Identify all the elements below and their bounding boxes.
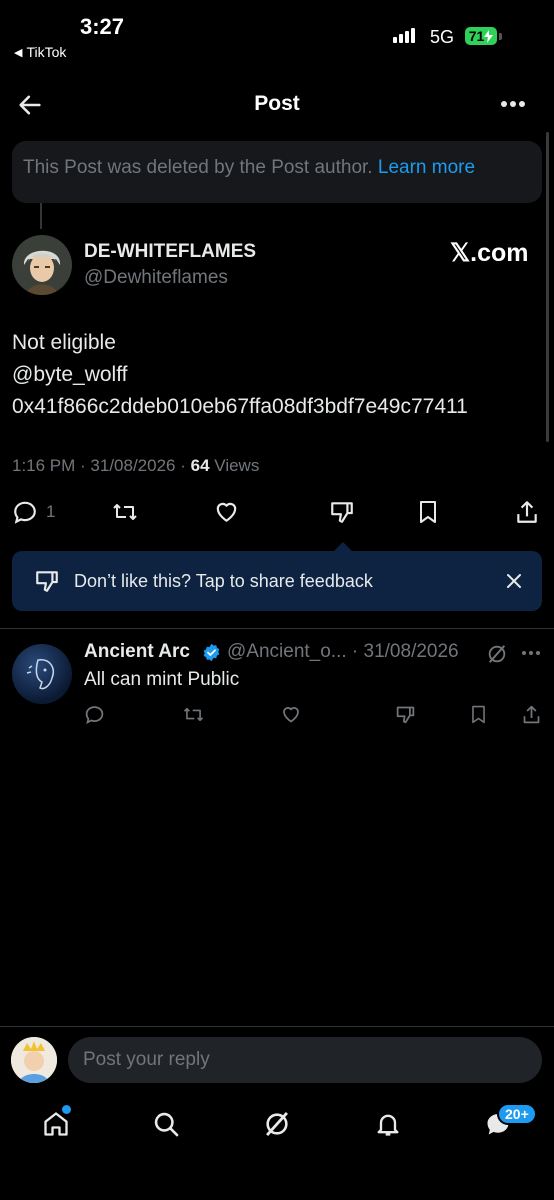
feedback-text[interactable]: Don’t like this? Tap to share feedback <box>74 571 373 592</box>
reply-avatar[interactable] <box>12 644 72 704</box>
repost-button[interactable] <box>111 499 139 525</box>
divider <box>0 1026 554 1027</box>
feedback-thumbs-down <box>34 568 60 594</box>
reply-dislike-button[interactable] <box>395 704 416 725</box>
nav-home[interactable] <box>42 1110 70 1138</box>
nav-notifications[interactable] <box>374 1110 402 1138</box>
thumbs-down-icon <box>331 502 353 523</box>
heart-icon <box>216 502 237 522</box>
bookmark-icon <box>420 501 436 523</box>
reply-repost-button[interactable] <box>182 704 205 725</box>
thumbs-down-icon <box>36 571 58 592</box>
back-triangle-icon: ◀ <box>14 46 23 59</box>
post-timestamp: 1:16 PM · 31/08/2026 · <box>12 456 186 475</box>
messages-badge: 20+ <box>497 1103 537 1125</box>
home-icon <box>44 1112 68 1136</box>
reply-count: 1 <box>46 502 56 521</box>
king-avatar-icon <box>11 1037 57 1083</box>
back-to-app-link[interactable]: ◀ TikTok <box>14 44 66 60</box>
battery-indicator: 71 <box>465 27 497 45</box>
share-icon <box>517 501 537 523</box>
bell-icon <box>377 1114 399 1136</box>
charging-icon <box>484 29 494 43</box>
like-button[interactable] <box>213 499 240 525</box>
battery-cap <box>499 33 502 40</box>
grok-button[interactable] <box>486 643 508 665</box>
status-time: 3:27 <box>80 14 125 39</box>
reply-button[interactable]: 1 <box>12 499 55 525</box>
search-icon <box>154 1112 179 1137</box>
reply-share-button[interactable] <box>521 704 542 725</box>
reply-text: All can mint Public <box>84 669 240 690</box>
views-count: 64 <box>190 456 210 475</box>
deleted-post-notice: This Post was deleted by the Post author… <box>12 141 542 203</box>
reply-icon <box>14 501 36 524</box>
signal-icon <box>393 28 415 43</box>
face-profile-icon <box>26 659 54 690</box>
author-name[interactable]: DE-WHITEFLAMES <box>84 241 256 263</box>
close-feedback-button[interactable] <box>505 572 523 590</box>
close-icon <box>507 574 521 588</box>
more-options-button[interactable] <box>498 92 528 116</box>
feedback-pointer <box>334 542 352 551</box>
reply-bookmark-button[interactable] <box>469 704 488 725</box>
thumbs-down-icon <box>396 706 415 724</box>
more-horizontal-icon <box>522 651 540 655</box>
views-label: Views <box>214 456 260 475</box>
grok-icon <box>488 645 506 663</box>
anime-avatar-icon <box>12 235 72 295</box>
learn-more-link[interactable]: Learn more <box>378 157 475 178</box>
share-button[interactable] <box>514 499 540 525</box>
reply-like-button[interactable] <box>280 704 302 725</box>
verified-badge <box>202 643 221 662</box>
reply-author-name[interactable]: Ancient Arc <box>84 641 190 663</box>
nav-search[interactable] <box>152 1110 180 1138</box>
post-text-line: Not eligible <box>12 331 116 354</box>
dislike-button[interactable] <box>329 499 355 525</box>
bookmark-button[interactable] <box>416 499 440 525</box>
deleted-notice-text: This Post was deleted by the Post author… <box>23 157 373 178</box>
my-avatar[interactable] <box>11 1037 57 1083</box>
author-handle[interactable]: @Dewhiteflames <box>84 267 228 289</box>
reply-reply-button[interactable] <box>84 704 105 725</box>
grok-icon <box>266 1111 288 1137</box>
share-icon <box>523 705 540 724</box>
heart-icon <box>283 707 299 723</box>
battery-level: 71 <box>468 28 485 44</box>
repost-icon <box>113 504 137 520</box>
scrollbar[interactable] <box>546 132 549 442</box>
page-title: Post <box>254 92 300 115</box>
more-horizontal-icon <box>501 101 525 107</box>
mention-link[interactable]: @byte_wolff <box>12 363 128 387</box>
reply-handle-date: @Ancient_o... · 31/08/2026 <box>227 641 459 662</box>
post-text-line: 0x41f866c2ddeb010eb67ffa08df3bdf7e49c774… <box>12 395 468 418</box>
nav-grok[interactable] <box>263 1110 291 1138</box>
x-brand-label: 𝕏.com <box>450 239 529 267</box>
network-label: 5G <box>430 27 455 47</box>
verified-check-icon <box>203 643 220 662</box>
author-avatar[interactable] <box>12 235 72 295</box>
back-app-label: TikTok <box>26 44 67 60</box>
reply-icon <box>85 706 104 725</box>
reply-more-button[interactable] <box>520 645 542 661</box>
reply-input[interactable]: Post your reply <box>68 1037 542 1083</box>
divider <box>0 628 554 629</box>
home-notification-dot <box>62 1105 71 1114</box>
thread-connector <box>40 203 42 229</box>
repost-icon <box>183 707 204 722</box>
post-meta: 1:16 PM · 31/08/2026 · 64 Views <box>12 456 259 476</box>
bookmark-icon <box>472 705 485 724</box>
